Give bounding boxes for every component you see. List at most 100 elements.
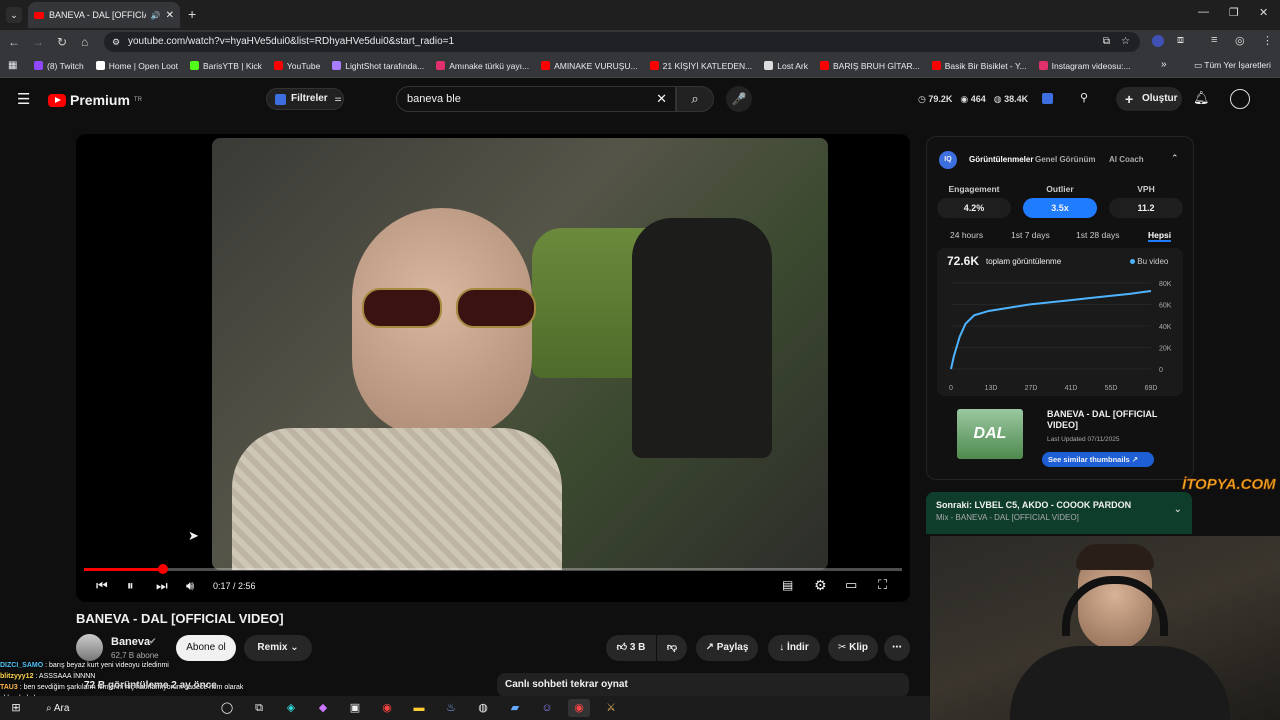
youtube-logo[interactable]: Premium TR (48, 92, 142, 108)
range-28d[interactable]: 1st 28 days (1076, 230, 1119, 240)
subscribe-button[interactable]: Abone ol (176, 635, 236, 661)
bookmark-item[interactable]: Home | Open Loot (95, 61, 178, 71)
new-tab-button[interactable]: + (188, 6, 196, 22)
bookmark-item[interactable]: LightShot tarafında... (332, 61, 424, 71)
like-button[interactable]: 👍︎ 3 B (606, 635, 656, 661)
vidiq-extension-icon[interactable] (1042, 93, 1053, 104)
obs-icon[interactable]: ◍ (472, 699, 494, 717)
browser-menu-icon[interactable]: ⋮ (1262, 34, 1273, 47)
apps-grid-icon[interactable]: ▦ (8, 60, 17, 71)
media-control-icon[interactable]: ≡ (1211, 34, 1217, 46)
account-avatar[interactable] (1230, 89, 1250, 109)
video-progress-bar[interactable] (84, 564, 902, 574)
install-icon[interactable]: ⧉ (1103, 32, 1110, 52)
chrome-active-icon[interactable]: ◉ (568, 699, 590, 717)
filter-iq-icon (275, 94, 286, 105)
task-view-icon[interactable]: ◯ (216, 699, 238, 717)
minimize-button[interactable]: — (1198, 6, 1209, 18)
verified-icon: ✔ (149, 636, 157, 646)
notifications-bell-icon[interactable]: 🔔︎ (1193, 90, 1210, 106)
bookmark-item[interactable]: Lost Ark (764, 61, 808, 71)
create-button[interactable]: + Oluştur (1116, 87, 1182, 111)
tab-ai-coach[interactable]: AI Coach (1109, 155, 1144, 164)
bookmark-item[interactable]: BARIŞ BRUH GİTAR... (820, 61, 920, 71)
taskbar-search[interactable]: ⌕ Ara (46, 703, 176, 714)
clip-button[interactable]: ✂ Klip (828, 635, 878, 661)
forward-icon[interactable]: → (32, 35, 44, 49)
tab-list-button[interactable]: ⌄ (6, 7, 22, 23)
steam-icon[interactable]: ♨ (440, 699, 462, 717)
windows-start-icon[interactable]: ⊞ (5, 699, 27, 717)
app2-icon[interactable]: ▰ (504, 699, 526, 717)
search-button[interactable]: ⌕ (676, 86, 714, 112)
restore-button[interactable]: ❐ (1229, 6, 1239, 19)
video-player[interactable]: ⏮ ⏸ ⏭ 🔊︎ 0:17 / 2:56 ▤ ⚙ ▭ ⛶ (76, 134, 910, 602)
subtitles-icon[interactable]: ▤ (782, 578, 793, 592)
range-7d[interactable]: 1st 7 days (1011, 230, 1050, 240)
bookmark-item[interactable]: YouTube (273, 61, 320, 71)
extensions-puzzle-icon[interactable]: ⧈ (1177, 34, 1184, 47)
pause-icon[interactable]: ⏸ (127, 578, 134, 594)
app-icon[interactable]: ◈ (280, 699, 302, 717)
reload-icon[interactable]: ↻ (57, 35, 67, 49)
bookmark-item[interactable]: BarisYTB | Kick (190, 61, 262, 71)
volume-icon[interactable]: 🔊︎ (186, 578, 194, 594)
back-icon[interactable]: ← (8, 35, 20, 49)
clear-search-icon[interactable]: ✕ (656, 87, 667, 111)
bookmark-item[interactable]: 21 KİŞİYİ KATLEDEN... (649, 61, 752, 71)
league-icon[interactable]: ⚔ (600, 699, 622, 717)
browser-tab[interactable]: BANEVA - DAL [OFFICIAL VI 🔊 ✕ (28, 2, 180, 28)
next-up-banner[interactable]: Sonraki: LVBEL C5, AKDO - COOOK PARDON M… (926, 492, 1192, 534)
theater-mode-icon[interactable]: ▭ (845, 577, 857, 593)
expand-chevron-icon[interactable]: ⌄ (1174, 504, 1182, 515)
tools-icon[interactable]: ⚲ (1080, 91, 1088, 104)
close-window-button[interactable]: ✕ (1259, 6, 1268, 19)
dislike-button[interactable]: 👎︎ (657, 635, 687, 661)
fullscreen-icon[interactable]: ⛶ (878, 577, 887, 593)
tab-views[interactable]: Görüntülenmeler (969, 155, 1033, 164)
hamburger-menu-icon[interactable]: ☰ (17, 90, 30, 108)
voice-search-button[interactable]: 🎤 (726, 86, 752, 112)
bookmark-item[interactable]: (8) Twitch (34, 61, 84, 71)
next-icon[interactable]: ⏭ (156, 578, 168, 594)
bookmark-item[interactable]: Basik Bir Bisiklet - Y... (931, 61, 1027, 71)
bookmark-item[interactable]: Instagram videosu:... (1038, 61, 1131, 71)
profile-icon[interactable]: ◎ (1235, 34, 1245, 47)
widgets-icon[interactable]: ⧉ (248, 699, 270, 717)
all-bookmarks[interactable]: ▭ Tüm Yer İşaretleri (1194, 60, 1271, 71)
range-all[interactable]: Hepsi (1148, 230, 1172, 242)
file-explorer-icon[interactable]: ▬ (408, 699, 430, 717)
url-field[interactable]: ⚙ youtube.com/watch?v=hyaHVe5dui0&list=R… (104, 32, 1140, 52)
channel-avatar[interactable] (76, 634, 103, 661)
more-bookmarks-icon[interactable]: » (1161, 59, 1167, 70)
site-info-icon[interactable]: ⚙ (112, 32, 120, 52)
sunglasses (362, 288, 572, 334)
channel-name[interactable]: Baneva (111, 636, 150, 648)
bookmark-star-icon[interactable]: ☆ (1121, 32, 1130, 52)
share-button[interactable]: ↗ Paylaş (696, 635, 758, 661)
search-input[interactable]: baneva ble ✕ (396, 86, 676, 112)
more-actions-button[interactable]: ⋯ (884, 635, 910, 661)
video-thumbnail[interactable]: DAL (957, 409, 1023, 459)
close-tab-icon[interactable]: ✕ (166, 10, 174, 21)
similar-thumbnails-button[interactable]: See similar thumbnails ↗ (1042, 452, 1154, 467)
progress-scrubber[interactable] (158, 564, 169, 574)
bookmark-item[interactable]: Amınake türkü yayı... (436, 61, 529, 71)
bookmark-item[interactable]: AMINAKE VURUŞU... (541, 61, 638, 71)
filters-button[interactable]: Filtreler ⚌ (266, 88, 344, 110)
extension-icon[interactable] (1152, 35, 1164, 47)
settings-gear-icon[interactable]: ⚙ (814, 577, 827, 594)
range-24h[interactable]: 24 hours (950, 230, 983, 240)
copilot-icon[interactable]: ◆ (312, 699, 334, 717)
download-button[interactable]: ↓ İndir (768, 635, 820, 661)
replay-live-chat[interactable]: Canlı sohbeti tekrar oynat (497, 673, 909, 697)
discord-icon[interactable]: ☺ (536, 699, 558, 717)
tab-overview[interactable]: Genel Görünüm (1035, 155, 1095, 164)
home-icon[interactable]: ⌂ (81, 35, 88, 49)
audio-icon[interactable]: 🔊 (151, 11, 161, 20)
previous-icon[interactable]: ⏮ (96, 578, 108, 594)
store-icon[interactable]: ▣ (344, 699, 366, 717)
collapse-chevron-icon[interactable]: ⌃ (1171, 153, 1179, 164)
remix-button[interactable]: Remix ⌄ (244, 635, 312, 661)
chrome-icon[interactable]: ◉ (376, 699, 398, 717)
